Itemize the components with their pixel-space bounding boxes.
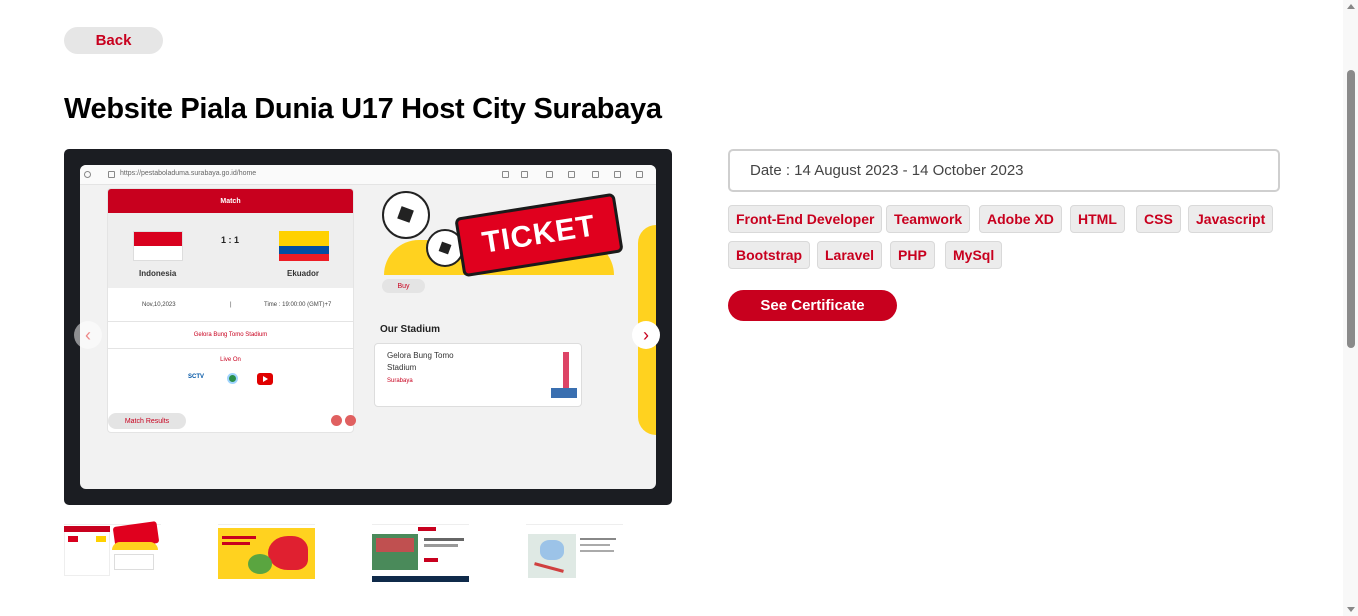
chevron-left-icon[interactable]: ‹: [74, 321, 102, 349]
team-home: Indonesia: [139, 269, 177, 278]
tvri-logo-icon: [227, 373, 238, 384]
monument-base-icon: [551, 388, 577, 398]
match-card: Match 1 : 1 Indonesia Ekuador Nov,10,202…: [107, 188, 354, 433]
thumbnail-3[interactable]: [372, 520, 469, 582]
see-certificate-button[interactable]: See Certificate: [728, 290, 897, 321]
thumbnail-2[interactable]: [218, 520, 315, 582]
tag-bootstrap: Bootstrap: [728, 241, 811, 269]
match-date: Nov,10,2023: [142, 302, 176, 308]
project-detail-page: Back Website Piala Dunia U17 Host City S…: [0, 0, 1358, 616]
tag-mysql: MySql: [945, 241, 1003, 269]
ticket-banner: TICKET: [380, 185, 656, 280]
tag-php: PHP: [890, 241, 935, 269]
tag-css: CSS: [1136, 205, 1181, 233]
ecuador-flag-icon: [279, 231, 329, 261]
favorites-bar-icon: [614, 171, 621, 178]
stadium-card: Gelora Bung Tomo Stadium Surabaya: [374, 343, 582, 407]
thumbnail-1[interactable]: [64, 520, 161, 582]
thumbnail-4[interactable]: [526, 520, 623, 582]
website-screenshot: https://pestaboladuma.surabaya.go.id/hom…: [80, 165, 656, 489]
tag-javascript: Javascript: [1188, 205, 1274, 233]
broadcast-channels: SCTV: [108, 363, 353, 393]
match-header: Match: [108, 189, 353, 213]
tag-html: HTML: [1070, 205, 1125, 233]
match-stadium: Gelora Bung Tomo Stadium: [108, 322, 353, 349]
reload-icon: [84, 171, 91, 178]
match-results-button: Match Results: [108, 413, 186, 429]
indonesia-flag-icon: [133, 231, 183, 261]
team-away: Ekuador: [287, 269, 320, 278]
scroll-down-icon[interactable]: [1347, 607, 1355, 612]
match-next-icon: [345, 415, 356, 426]
project-date: Date : 14 August 2023 - 14 October 2023: [728, 149, 1280, 192]
stadium-name: Gelora Bung Tomo Stadium: [387, 351, 454, 372]
tag-teamwork: Teamwork: [886, 205, 971, 233]
soccer-ball-icon: [382, 191, 430, 239]
match-info: Nov,10,2023 | Time : 19:00:00 (GMT)+7: [108, 288, 353, 322]
page-title: Website Piala Dunia U17 Host City Suraba…: [64, 93, 662, 125]
chevron-right-icon[interactable]: ›: [632, 321, 660, 349]
scrollbar-thumb[interactable]: [1347, 70, 1355, 348]
scroll-up-icon[interactable]: [1347, 4, 1355, 9]
sctv-logo-icon: SCTV: [188, 374, 205, 380]
buy-button: Buy: [382, 279, 425, 293]
match-time: Time : 19:00:00 (GMT)+7: [264, 302, 332, 308]
stadium-city: Surabaya: [387, 378, 413, 384]
tag-front-end-developer: Front-End Developer: [728, 205, 883, 233]
match-teams: 1 : 1 Indonesia Ekuador: [108, 213, 353, 288]
refresh-icon: [568, 171, 575, 178]
collections-icon: [636, 171, 643, 178]
page-scrollbar[interactable]: [1343, 0, 1358, 616]
info-separator: |: [230, 302, 232, 308]
lock-icon: [108, 171, 115, 178]
youtube-icon: [257, 373, 273, 385]
tag-laravel: Laravel: [817, 241, 883, 269]
browser-url: https://pestaboladuma.surabaya.go.id/hom…: [120, 170, 257, 177]
browser-url-bar: https://pestaboladuma.surabaya.go.id/hom…: [80, 165, 656, 185]
carousel-thumbnails: [64, 520, 672, 586]
favorite-icon: [521, 171, 528, 178]
match-score: 1 : 1: [221, 235, 240, 245]
match-prev-icon: [331, 415, 342, 426]
split-screen-icon: [592, 171, 599, 178]
tag-adobe-xd: Adobe XD: [979, 205, 1062, 233]
back-button[interactable]: Back: [64, 27, 163, 54]
carousel-main-image: https://pestaboladuma.surabaya.go.id/hom…: [64, 149, 672, 505]
read-aloud-icon: [502, 171, 509, 178]
our-stadium-title: Our Stadium: [380, 324, 441, 335]
extensions-icon: [546, 171, 553, 178]
